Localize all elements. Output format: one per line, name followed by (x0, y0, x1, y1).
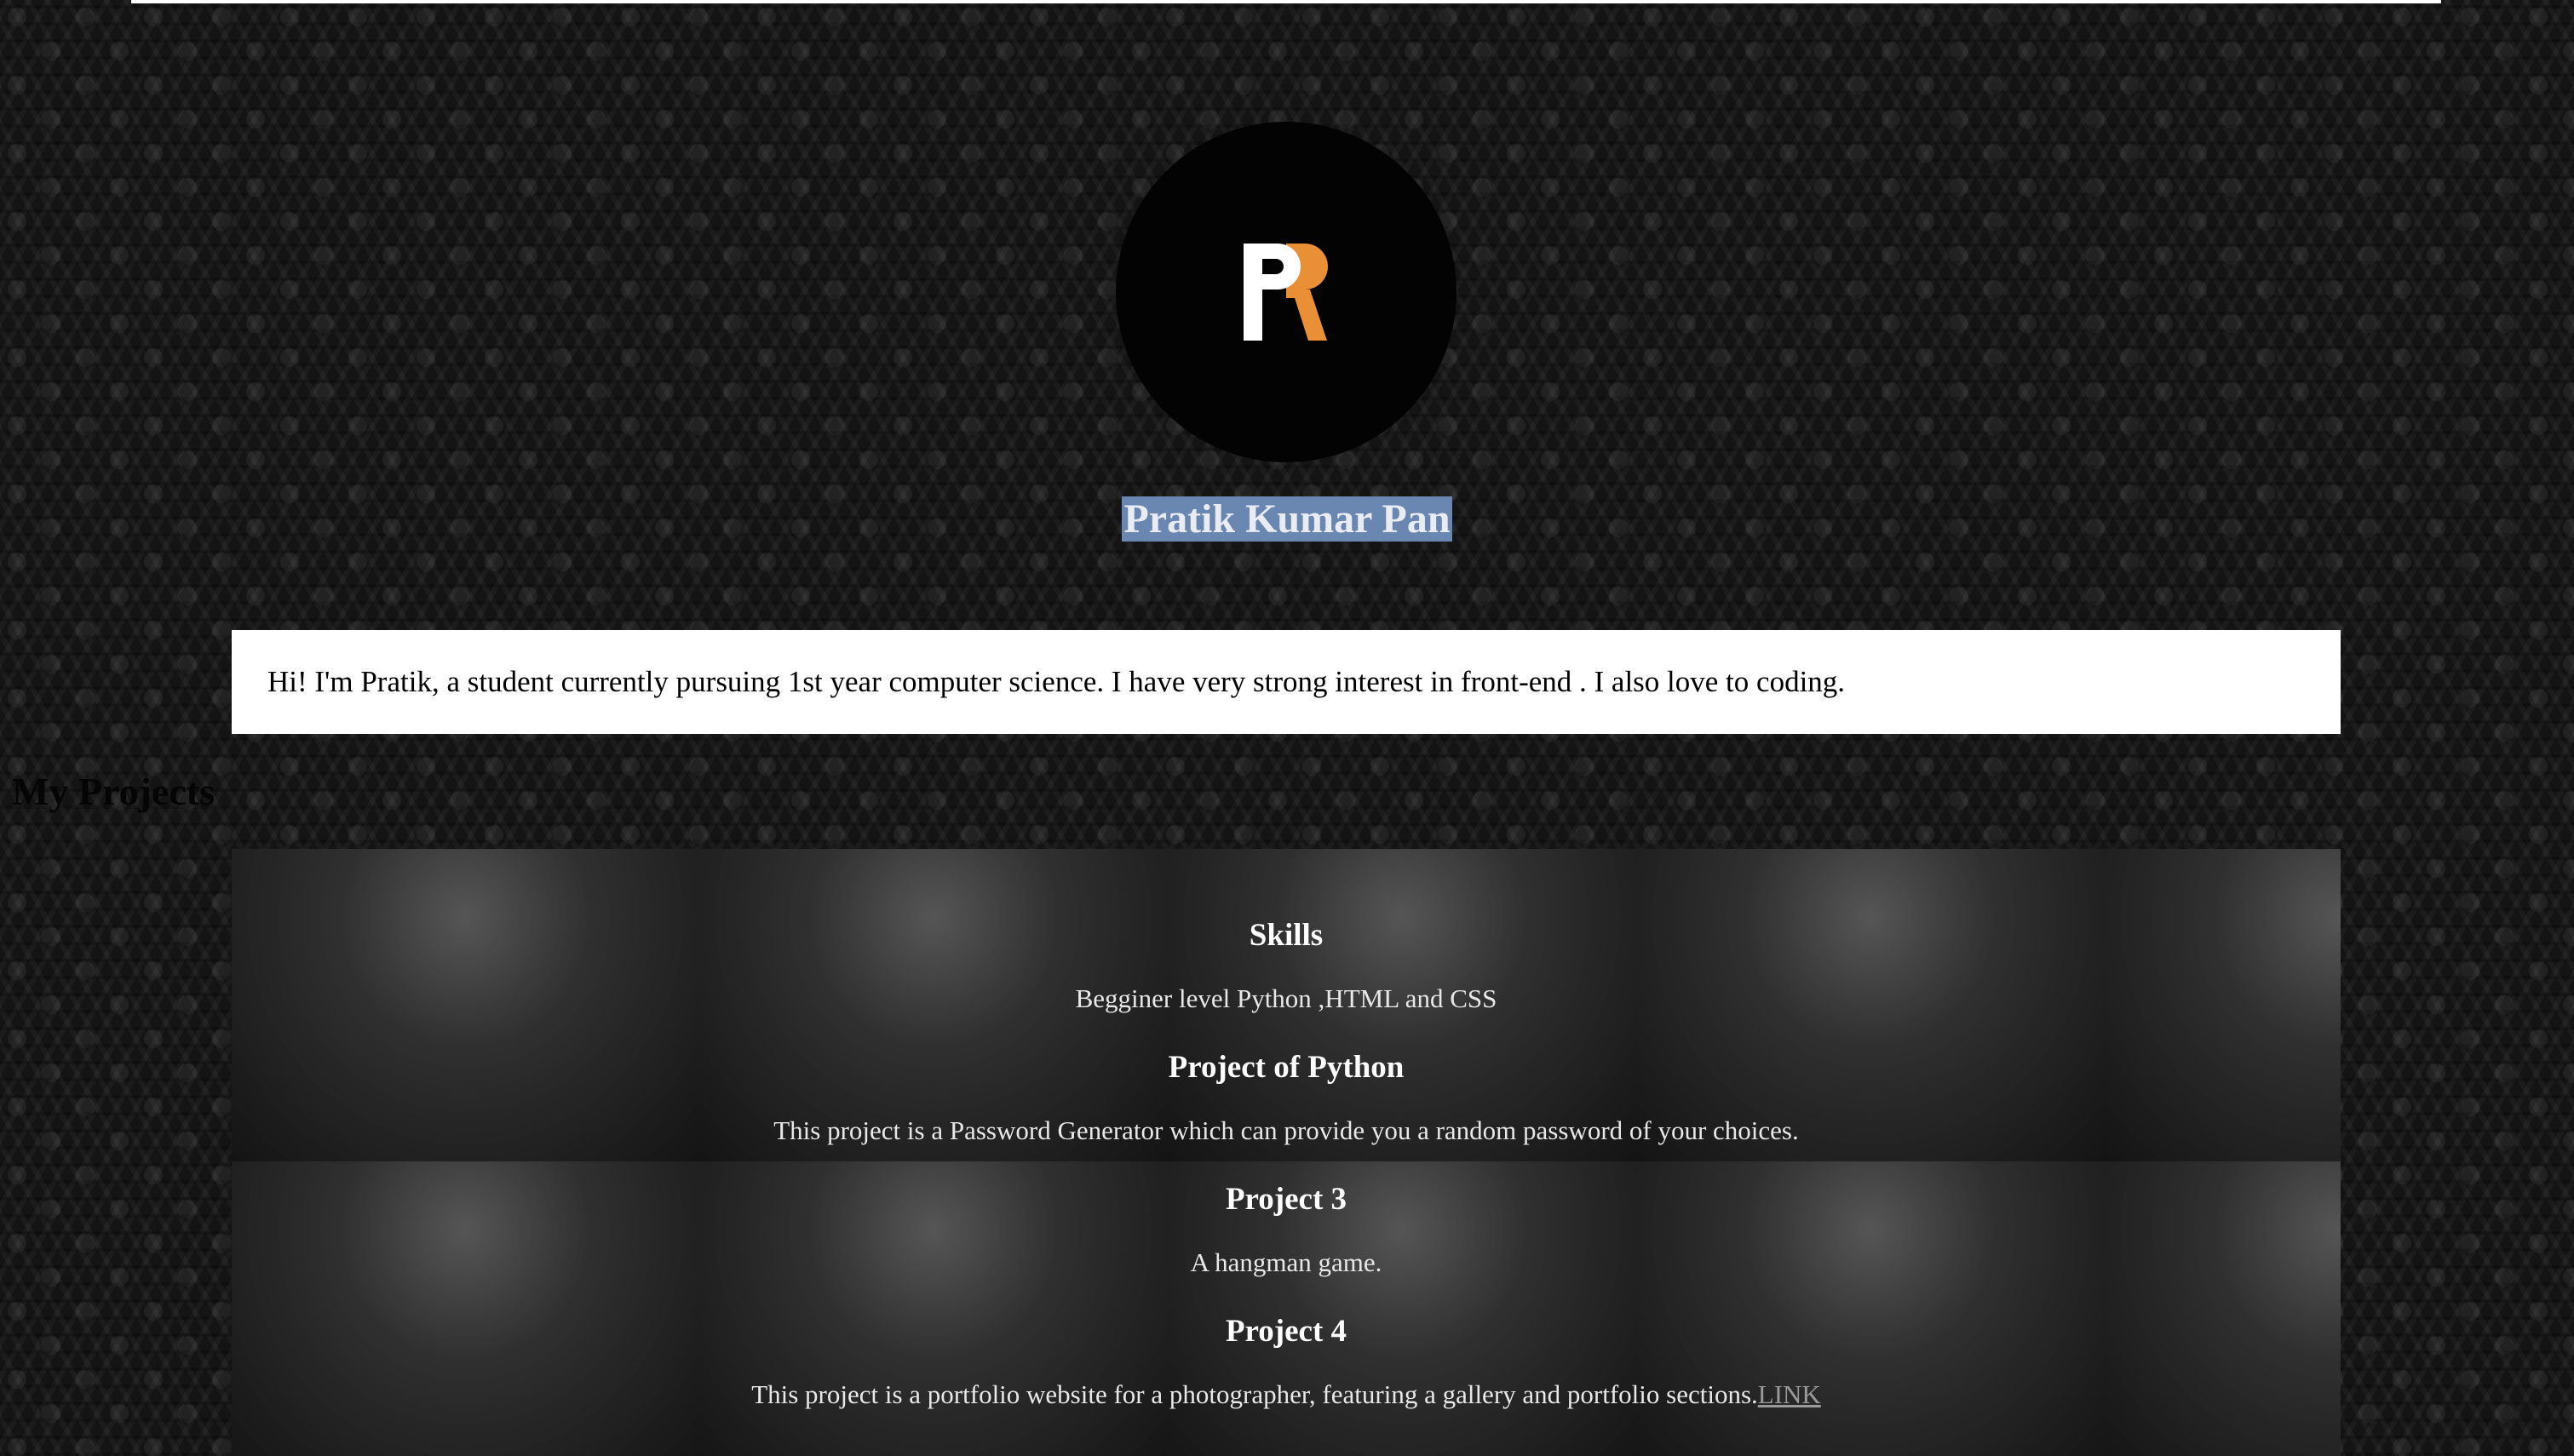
project-4-text: This project is a portfolio website for … (751, 1379, 1758, 1409)
profile-logo (1116, 122, 1456, 462)
intro-box: Hi! I'm Pratik, a student currently purs… (232, 630, 2341, 734)
project-3-description: A hangman game. (1190, 1247, 1382, 1277)
projects-panel: Skills Begginer level Python ,HTML and C… (232, 849, 2341, 1456)
project-3-title: Project 3 (1225, 1182, 1347, 1217)
skills-title: Skills (1249, 918, 1324, 953)
project-4-link[interactable]: LINK (1758, 1379, 1821, 1409)
project-4-title: Project 4 (1225, 1314, 1347, 1349)
project-python-title: Project of Python (1168, 1050, 1405, 1085)
project-4-description: This project is a portfolio website for … (232, 1375, 2341, 1414)
skills-description: Begginer level Python ,HTML and CSS (1075, 983, 1497, 1013)
profile-name-heading: Pratik Kumar Pan (0, 490, 2574, 549)
pr-monogram-icon (1244, 244, 1328, 341)
project-python-description: This project is a Password Generator whi… (773, 1115, 1799, 1145)
intro-text: Hi! I'm Pratik, a student currently purs… (267, 665, 1846, 698)
profile-name: Pratik Kumar Pan (1122, 496, 1452, 542)
top-divider (131, 0, 2441, 3)
projects-heading: My Projects (12, 770, 215, 813)
